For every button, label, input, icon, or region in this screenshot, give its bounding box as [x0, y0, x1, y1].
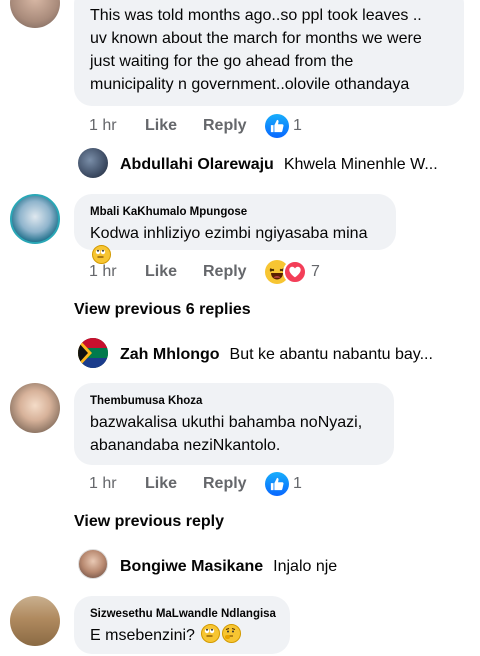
- love-icon: [283, 260, 307, 284]
- commenter-avatar[interactable]: [10, 383, 60, 433]
- thumbs-up-icon: [265, 114, 289, 138]
- reaction-count: 7: [311, 263, 320, 280]
- reply-preview-name[interactable]: Bongiwe Masikane: [120, 558, 263, 576]
- reply-preview-avatar[interactable]: [78, 338, 108, 368]
- comment-text-line: just waiting for the go ahead from the: [90, 53, 354, 70]
- comment-actions: 1 hr Like Reply 1: [89, 114, 302, 138]
- comment-text-line: This was told months ago..so ppl took le…: [90, 7, 422, 24]
- comment-bubble: Sizwesethu MaLwandle Ndlangisa E msebenz…: [74, 596, 290, 654]
- commenter-avatar[interactable]: [10, 194, 60, 244]
- reply-preview[interactable]: Zah Mhlongo But ke abantu nabantu bay...: [120, 346, 433, 364]
- comment-bubble: This was told months ago..so ppl took le…: [74, 0, 464, 106]
- like-button[interactable]: Like: [145, 117, 203, 135]
- comment-actions: 1 hr Like Reply 7: [89, 260, 320, 284]
- comment-time: 1 hr: [89, 475, 117, 492]
- reply-button[interactable]: Reply: [203, 263, 265, 281]
- rolling-eyes-face-icon: [201, 624, 221, 643]
- reply-preview-avatar[interactable]: [78, 148, 108, 178]
- comment-actions: 1 hr Like Reply 1: [89, 472, 302, 496]
- thinking-face-icon: [222, 624, 242, 643]
- comment-author[interactable]: Sizwesethu MaLwandle Ndlangisa: [90, 607, 276, 621]
- comment-bubble: Mbali KaKhumalo Mpungose Kodwa inhliziyo…: [74, 194, 396, 264]
- reaction-summary[interactable]: 1: [265, 472, 302, 496]
- like-button[interactable]: Like: [145, 263, 203, 281]
- like-button[interactable]: Like: [145, 475, 203, 493]
- comment-bubble: Thembumusa Khoza bazwakalisa ukuthi baha…: [74, 383, 394, 465]
- reaction-count: 1: [293, 475, 302, 492]
- comment-author[interactable]: Thembumusa Khoza: [90, 394, 380, 408]
- comment-author[interactable]: Mbali KaKhumalo Mpungose: [90, 205, 382, 219]
- comment-text: E msebenzini?: [90, 624, 276, 647]
- reply-preview-text: Khwela Minenhle W...: [283, 156, 438, 173]
- reply-preview-name[interactable]: Zah Mhlongo: [120, 346, 220, 364]
- reply-preview-name[interactable]: Abdullahi Olarewaju: [120, 156, 274, 174]
- view-previous-reply-link[interactable]: View previous reply: [74, 513, 224, 531]
- comment-time: 1 hr: [89, 117, 117, 134]
- comment-text-line: bazwakalisa ukuthi bahamba noNyazi,: [90, 414, 363, 431]
- reply-button[interactable]: Reply: [203, 117, 265, 135]
- thumbs-up-icon: [265, 472, 289, 496]
- comment-text-content: E msebenzini?: [90, 627, 195, 644]
- reply-preview-text: But ke abantu nabantu bay...: [229, 346, 433, 363]
- commenter-avatar[interactable]: [10, 0, 60, 28]
- reply-preview[interactable]: Abdullahi Olarewaju Khwela Minenhle W...: [120, 156, 438, 174]
- comment-text-line: municipality n government..olovile othan…: [90, 76, 410, 93]
- comment-text-line: abanandaba neziNkantolo.: [90, 437, 281, 454]
- reaction-summary[interactable]: 1: [265, 114, 302, 138]
- comment-time: 1 hr: [89, 263, 117, 280]
- reaction-summary[interactable]: 7: [265, 260, 320, 284]
- comment-text-content: Kodwa inhliziyo ezimbi ngiyasaba mina: [90, 225, 368, 242]
- comment-text-line: uv known about the march for months we w…: [90, 30, 422, 47]
- reply-button[interactable]: Reply: [203, 475, 265, 493]
- reply-preview-text: Injalo nje: [273, 558, 338, 575]
- commenter-avatar[interactable]: [10, 596, 60, 646]
- reply-preview[interactable]: Bongiwe Masikane Injalo nje: [120, 558, 337, 576]
- reply-preview-avatar[interactable]: [78, 549, 108, 579]
- reaction-count: 1: [293, 117, 302, 134]
- view-previous-replies-link[interactable]: View previous 6 replies: [74, 301, 251, 319]
